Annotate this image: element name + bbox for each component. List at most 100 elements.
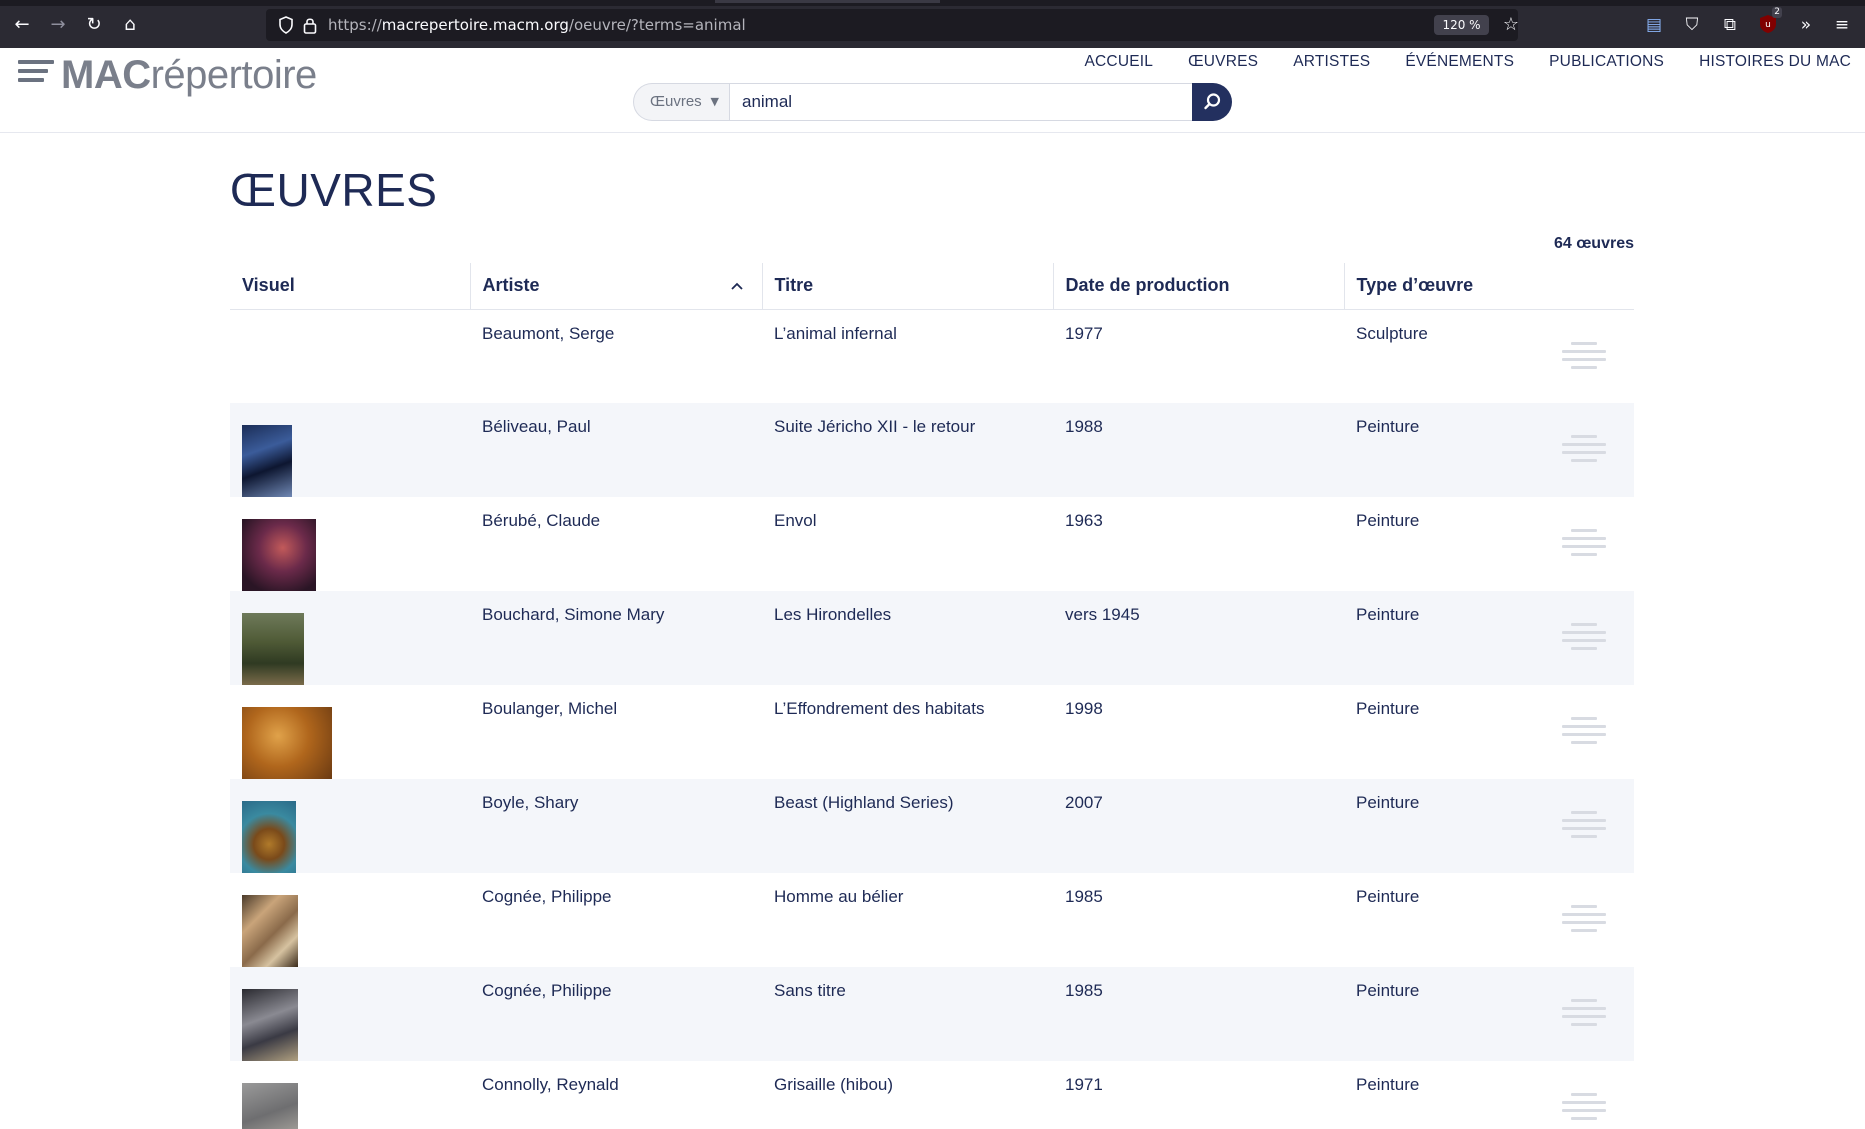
table-row[interactable]: Béliveau, Paul Suite Jéricho XII - le ret… bbox=[230, 403, 1634, 497]
cell-artist[interactable]: Connolly, Reynald bbox=[470, 1061, 762, 1129]
row-menu-icon[interactable] bbox=[1562, 717, 1606, 749]
cell-artist[interactable]: Béliveau, Paul bbox=[470, 403, 762, 497]
table-row[interactable]: Connolly, Reynald Grisaille (hibou) 1971 Pe… bbox=[230, 1061, 1634, 1129]
sort-ascending-icon[interactable] bbox=[730, 279, 744, 293]
type-label: Peinture bbox=[1356, 887, 1420, 906]
cell-visual[interactable] bbox=[230, 497, 470, 591]
main-nav: ACCUEIL ŒUVRES ARTISTES ÉVÉNEMENTS PUBLI… bbox=[1085, 53, 1852, 71]
row-menu-icon[interactable] bbox=[1562, 1093, 1606, 1125]
cell-date: 1963 bbox=[1065, 511, 1103, 530]
row-menu-icon[interactable] bbox=[1562, 905, 1606, 937]
table-row[interactable]: Boulanger, Michel L’Effondrement des habi… bbox=[230, 685, 1634, 779]
cell-visual[interactable] bbox=[230, 309, 470, 403]
result-count: 64 œuvres bbox=[1553, 235, 1634, 252]
row-menu-icon[interactable] bbox=[1562, 341, 1606, 374]
nav-accueil[interactable]: ACCUEIL bbox=[1085, 53, 1154, 71]
column-header-type[interactable]: Type d’œuvre bbox=[1343, 263, 1634, 310]
cell-type: Peinture bbox=[1344, 591, 1634, 685]
row-menu-icon[interactable] bbox=[1562, 435, 1606, 467]
artwork-thumbnail[interactable] bbox=[242, 425, 292, 497]
site-logo[interactable]: MACrépertoire bbox=[61, 53, 317, 98]
table-row[interactable]: Boyle, Shary Beast (Highland Series) 2007 P… bbox=[230, 779, 1634, 873]
forward-icon[interactable]: → bbox=[47, 14, 69, 36]
cell-title[interactable]: Les Hirondelles bbox=[762, 591, 1053, 685]
url-text[interactable]: https://macrepertoire.macm.org/oeuvre/?t… bbox=[328, 9, 746, 41]
cell-artist[interactable]: Bérubé, Claude bbox=[470, 497, 762, 591]
table-row[interactable]: Beaumont, Serge L’animal infernal 1977 Scul… bbox=[230, 309, 1634, 403]
table-row[interactable]: Cognée, Philippe Homme au bélier 1985 Peint… bbox=[230, 873, 1634, 967]
site-header: MACrépertoire ACCUEIL ŒUVRES ARTISTES ÉV… bbox=[0, 48, 1865, 133]
cell-title[interactable]: Sans titre bbox=[762, 967, 1053, 1061]
cell-visual[interactable] bbox=[230, 1061, 470, 1129]
column-header-artist[interactable]: Artiste bbox=[469, 263, 762, 310]
table-row[interactable]: Bouchard, Simone Mary Les Hirondelles vers… bbox=[230, 591, 1634, 685]
active-tab[interactable] bbox=[715, 0, 940, 3]
search-icon bbox=[1204, 93, 1221, 110]
artwork-thumbnail[interactable] bbox=[242, 989, 298, 1061]
cell-visual[interactable] bbox=[230, 967, 470, 1061]
zoom-level-badge[interactable]: 120 % bbox=[1434, 15, 1489, 35]
address-bar[interactable]: https://macrepertoire.macm.org/oeuvre/?t… bbox=[266, 9, 1519, 41]
cell-visual[interactable] bbox=[230, 685, 470, 779]
cell-date: 1985 bbox=[1065, 887, 1103, 906]
nav-artistes[interactable]: ARTISTES bbox=[1293, 53, 1370, 71]
column-header-visual[interactable]: Visuel bbox=[230, 263, 470, 310]
cell-artist[interactable]: Cognée, Philippe bbox=[470, 873, 762, 967]
lock-icon[interactable] bbox=[302, 16, 318, 34]
cell-visual[interactable] bbox=[230, 779, 470, 873]
row-menu-icon[interactable] bbox=[1562, 529, 1606, 561]
nav-evenements[interactable]: ÉVÉNEMENTS bbox=[1405, 53, 1514, 71]
artwork-thumbnail[interactable] bbox=[242, 707, 332, 779]
cell-visual[interactable] bbox=[230, 591, 470, 685]
type-label: Peinture bbox=[1356, 793, 1420, 812]
cell-artist[interactable]: Cognée, Philippe bbox=[470, 967, 762, 1061]
table-row[interactable]: Bérubé, Claude Envol 1963 Peinture bbox=[230, 497, 1634, 591]
app-menu-icon[interactable]: ≡ bbox=[1830, 13, 1854, 37]
column-header-title[interactable]: Titre bbox=[761, 263, 1053, 310]
cell-title[interactable]: L’Effondrement des habitats bbox=[762, 685, 1053, 779]
menu-icon[interactable] bbox=[18, 60, 54, 88]
type-label: Sculpture bbox=[1356, 323, 1428, 343]
cell-visual[interactable] bbox=[230, 873, 470, 967]
artwork-thumbnail[interactable] bbox=[242, 1083, 298, 1129]
back-icon[interactable]: ← bbox=[11, 14, 33, 36]
cell-title[interactable]: L’animal infernal bbox=[762, 309, 1053, 403]
column-header-date[interactable]: Date de production bbox=[1052, 263, 1344, 310]
cell-title[interactable]: Homme au bélier bbox=[762, 873, 1053, 967]
cell-artist[interactable]: Boulanger, Michel bbox=[470, 685, 762, 779]
cell-title[interactable]: Beast (Highland Series) bbox=[762, 779, 1053, 873]
cell-type: Peinture bbox=[1344, 779, 1634, 873]
pocket-icon[interactable]: ⛉ bbox=[1680, 13, 1704, 37]
reload-icon[interactable]: ↻ bbox=[83, 14, 105, 36]
row-menu-icon[interactable] bbox=[1562, 999, 1606, 1031]
nav-publications[interactable]: PUBLICATIONS bbox=[1549, 53, 1664, 71]
table-row[interactable]: Cognée, Philippe Sans titre 1985 Peinture bbox=[230, 967, 1634, 1061]
artwork-thumbnail[interactable] bbox=[242, 613, 304, 685]
extensions-icon[interactable]: ⧉ bbox=[1718, 13, 1742, 37]
cell-artist[interactable]: Boyle, Shary bbox=[470, 779, 762, 873]
row-menu-icon[interactable] bbox=[1562, 811, 1606, 843]
ublock-icon[interactable]: u 2 bbox=[1756, 7, 1782, 37]
cell-visual[interactable] bbox=[230, 403, 470, 497]
cell-date: 1985 bbox=[1053, 967, 1344, 1061]
cell-date: 2007 bbox=[1053, 779, 1344, 873]
cell-title[interactable]: Grisaille (hibou) bbox=[762, 1061, 1053, 1129]
reader-view-icon[interactable]: ▤ bbox=[1642, 13, 1666, 37]
row-menu-icon[interactable] bbox=[1562, 623, 1606, 655]
overflow-chevron-icon[interactable]: » bbox=[1794, 13, 1818, 37]
nav-oeuvres[interactable]: ŒUVRES bbox=[1188, 53, 1258, 71]
cell-artist[interactable]: Beaumont, Serge bbox=[470, 309, 762, 403]
search-category-select[interactable]: Œuvres ▼ bbox=[633, 83, 729, 121]
bookmark-star-icon[interactable]: ☆ bbox=[1499, 13, 1523, 37]
artwork-thumbnail[interactable] bbox=[242, 801, 296, 873]
artwork-thumbnail[interactable] bbox=[242, 519, 316, 591]
artwork-thumbnail[interactable] bbox=[242, 895, 298, 967]
search-input[interactable] bbox=[729, 83, 1195, 121]
nav-histoires-du-mac[interactable]: HISTOIRES DU MAC bbox=[1699, 53, 1851, 71]
cell-title[interactable]: Envol bbox=[762, 497, 1053, 591]
search-button[interactable] bbox=[1192, 83, 1232, 121]
home-icon[interactable]: ⌂ bbox=[119, 14, 141, 36]
cell-title[interactable]: Suite Jéricho XII - le retour bbox=[762, 403, 1053, 497]
cell-artist[interactable]: Bouchard, Simone Mary bbox=[470, 591, 762, 685]
shield-icon[interactable] bbox=[278, 16, 294, 34]
